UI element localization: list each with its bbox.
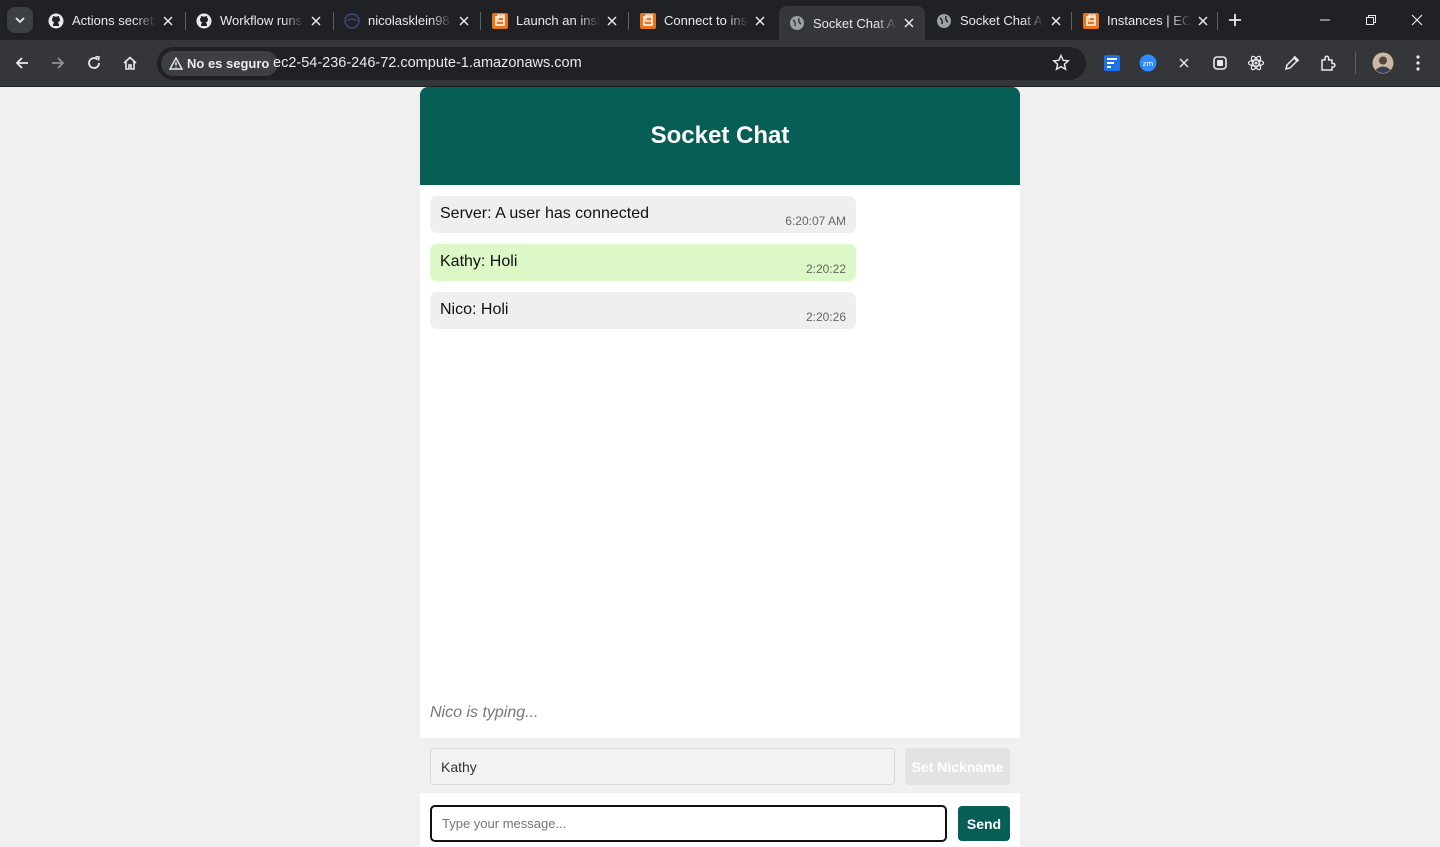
browser-tab[interactable]: Workflow runs [186,5,332,36]
message-input[interactable] [430,805,947,842]
browser-menu-button[interactable] [1408,53,1428,73]
tab-title: Workflow runs [220,13,303,28]
plus-icon [1229,14,1241,26]
restore-icon [1366,15,1376,25]
bookmark-star-icon[interactable] [1052,53,1072,74]
tab-title: Connect to instance [664,13,748,28]
chat-header: Socket Chat [420,87,1020,185]
typing-indicator: Nico is typing... [430,704,539,721]
tab-title: Instances | EC2 [1107,13,1191,28]
nickname-input[interactable] [430,748,895,785]
eyedropper-icon[interactable] [1282,53,1302,73]
reload-icon [88,55,100,69]
close-icon[interactable] [901,15,917,31]
warning-icon [169,57,183,70]
close-icon[interactable] [752,13,768,29]
aws-icon [492,12,508,29]
chat-container: Socket Chat Server: A user has connected… [420,87,1020,847]
toolbar-divider [1355,52,1356,74]
tab-title: Launch an instance [516,13,600,28]
aws-icon [640,12,656,29]
profile-avatar[interactable] [1372,52,1394,74]
tab-separator [480,12,481,30]
kebab-menu-icon [1416,55,1420,71]
message-list: Server: A user has connected 6:20:07 AM … [430,196,856,340]
browser-tab-strip: Actions secrets Workflow runs nicolaskle… [0,0,1440,40]
tab-separator [1071,12,1072,30]
message-item: Server: A user has connected 6:20:07 AM [430,196,856,233]
extensions-puzzle-icon[interactable] [1318,53,1338,73]
reload-button[interactable] [82,51,106,75]
send-button[interactable]: Send [958,806,1010,841]
back-button[interactable] [10,51,34,75]
browser-tab-active[interactable]: Socket Chat App [779,6,925,40]
tab-search-button[interactable] [7,7,33,33]
browser-tab[interactable]: Instances | EC2 [1073,5,1219,36]
address-bar[interactable]: No es seguro ec2-54-236-246-72.compute-1… [157,47,1086,80]
close-icon[interactable] [604,13,620,29]
minimize-button[interactable] [1313,8,1337,32]
svg-text:zm: zm [1143,60,1154,68]
message-text: Nico: Holi [440,301,509,318]
message-time: 2:20:26 [805,310,846,324]
close-icon[interactable] [308,13,324,29]
nickname-bar: Set Nickname [420,738,1020,793]
tab-separator [628,12,629,30]
message-time: 2:20:22 [805,262,846,276]
react-devtools-icon[interactable] [1246,53,1266,73]
close-icon [1411,14,1423,26]
security-label: No es seguro [187,56,270,71]
tab-title: Socket Chat App [813,15,897,31]
github-icon [48,13,64,29]
square-extension-icon[interactable] [1210,53,1230,73]
restore-button[interactable] [1359,8,1383,32]
browser-tab[interactable]: Socket Chat App [926,5,1072,36]
arrow-left-icon [15,57,28,69]
url-text[interactable]: ec2-54-236-246-72.compute-1.amazonaws.co… [273,55,582,71]
message-item-own: Kathy: Holi 2:20:22 [430,244,856,281]
home-icon [123,56,137,70]
browser-tab[interactable]: Launch an instance [482,5,628,36]
github-icon [196,13,212,29]
browser-tab[interactable]: Actions secrets [38,5,184,36]
message-time: 6:20:07 AM [785,214,846,228]
home-button[interactable] [118,51,142,75]
message-composer: Send [420,793,1020,847]
tab-separator [1217,12,1218,30]
close-icon[interactable] [456,13,472,29]
arrow-right-icon [52,57,65,69]
close-icon[interactable] [160,13,176,29]
browser-tab[interactable]: Connect to instance [630,5,776,36]
close-icon[interactable] [1048,13,1064,29]
page-viewport: Socket Chat Server: A user has connected… [0,87,1440,847]
chat-title: Socket Chat [650,122,790,149]
close-icon[interactable] [1195,13,1211,29]
message-item: Nico: Holi 2:20:26 [430,292,856,329]
globe-icon [344,12,360,29]
message-text: Server: A user has connected [440,205,650,222]
globe-icon [936,13,952,29]
tab-title: Socket Chat App [960,13,1044,28]
browser-tab[interactable]: nicolasklein98 [334,5,480,36]
browser-toolbar: No es seguro ec2-54-236-246-72.compute-1… [0,40,1440,87]
globe-icon [789,15,805,31]
forward-button[interactable] [46,51,70,75]
extension-icon-1[interactable] [1102,53,1122,73]
tab-title: nicolasklein98 [368,13,450,28]
tab-title: Actions secrets [72,13,156,28]
set-nickname-button[interactable]: Set Nickname [905,748,1010,785]
close-window-button[interactable] [1405,8,1429,32]
x-extension-icon[interactable] [1174,53,1194,73]
security-chip[interactable]: No es seguro [161,51,279,76]
minimize-icon [1320,19,1330,21]
message-text: Kathy: Holi [440,253,518,270]
new-tab-button[interactable] [1225,10,1245,30]
zoom-extension-icon[interactable]: zm [1138,53,1158,73]
chevron-down-icon [15,17,25,24]
aws-icon [1083,12,1099,29]
